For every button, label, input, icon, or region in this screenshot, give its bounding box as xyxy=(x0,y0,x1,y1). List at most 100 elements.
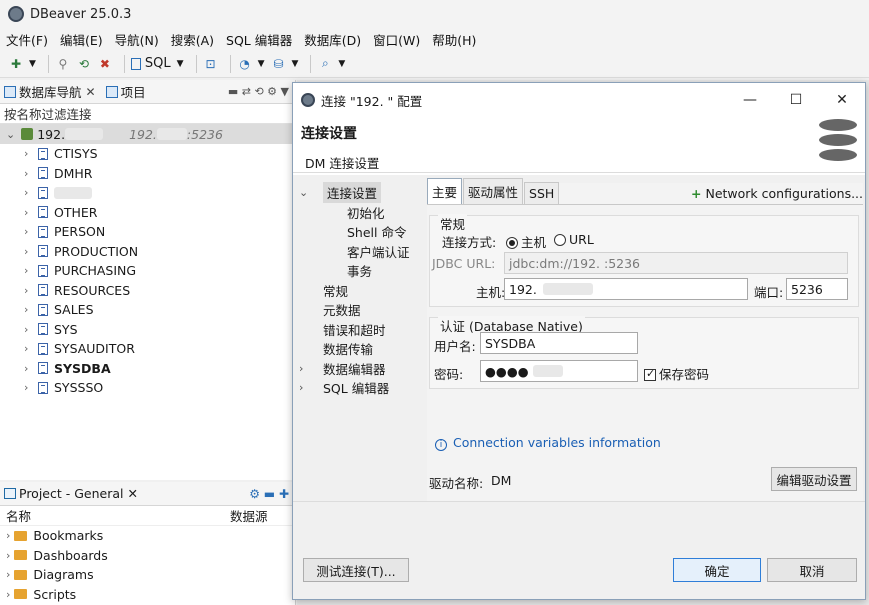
list-item[interactable]: › Bookmarks xyxy=(0,526,295,546)
chevron-right-icon[interactable]: › xyxy=(6,549,10,562)
sql-editor-button[interactable]: SQL xyxy=(130,56,171,71)
chevron-right-icon[interactable]: › xyxy=(24,186,38,199)
connect-icon[interactable]: ⚲ xyxy=(55,56,71,72)
schema-item[interactable]: › SYSAUDITOR xyxy=(0,339,295,359)
menu-database[interactable]: 数据库(D) xyxy=(304,30,361,49)
page-events[interactable]: 事务 xyxy=(293,261,421,281)
chevron-right-icon[interactable]: › xyxy=(24,362,38,375)
chevron-right-icon[interactable]: › xyxy=(293,362,323,375)
minimize-icon[interactable]: ▬ ⇄ ⟲ ⚙ ▼ xyxy=(228,85,289,98)
save-password-checkbox[interactable]: 保存密码 xyxy=(644,364,709,383)
connection-filter-input[interactable]: 按名称过滤连接 xyxy=(0,104,295,124)
lock-icon[interactable]: ⊡ xyxy=(203,56,219,72)
menu-file[interactable]: 文件(F) xyxy=(6,30,48,49)
chevron-down-icon[interactable]: ⌄ xyxy=(6,128,15,141)
edit-driver-button[interactable]: 编辑驱动设置 xyxy=(771,467,857,491)
menu-navigate[interactable]: 导航(N) xyxy=(115,30,159,49)
chevron-right-icon[interactable]: › xyxy=(24,264,38,277)
chevron-right-icon[interactable]: › xyxy=(24,284,38,297)
close-icon[interactable]: ✕ xyxy=(819,92,865,108)
list-item[interactable]: › Diagrams xyxy=(0,565,295,585)
port-field[interactable]: 5236 xyxy=(786,278,848,300)
chevron-right-icon[interactable]: › xyxy=(24,381,38,394)
connection-variables-link[interactable]: i Connection variables information xyxy=(435,435,661,451)
sql-dropdown-icon[interactable]: ▼ xyxy=(177,59,184,69)
schema-item[interactable]: › SYS xyxy=(0,320,295,340)
search-dropdown-icon[interactable]: ▼ xyxy=(338,59,345,69)
settings-icon[interactable]: ⚙ ▬ ✚ xyxy=(249,487,289,501)
page-init[interactable]: 初始化 xyxy=(293,203,421,223)
page-transfer[interactable]: 数据传输 xyxy=(293,339,421,359)
chevron-right-icon[interactable]: › xyxy=(24,147,38,160)
list-item[interactable]: › Scripts xyxy=(0,585,295,605)
chevron-down-icon[interactable]: ⌄ xyxy=(293,186,323,199)
search-icon[interactable]: ⌕ xyxy=(317,56,333,72)
new-connection-icon[interactable]: ✚ xyxy=(8,56,24,72)
schema-item[interactable]: › SYSDBA xyxy=(0,359,295,379)
chevron-right-icon[interactable]: › xyxy=(24,225,38,238)
reconnect-icon[interactable]: ⟲ xyxy=(76,56,92,72)
menu-edit[interactable]: 编辑(E) xyxy=(60,30,103,49)
page-client-auth[interactable]: 客户端认证 xyxy=(293,242,421,262)
close-icon[interactable]: ✕ xyxy=(86,85,96,99)
schema-item[interactable]: › xyxy=(0,183,295,203)
list-item[interactable]: › Dashboards xyxy=(0,546,295,566)
disconnect-icon[interactable]: ✖ xyxy=(97,56,113,72)
radio-host[interactable]: 主机 xyxy=(506,232,546,251)
jdbc-url-field[interactable]: jdbc:dm://192. :5236 xyxy=(504,252,848,274)
schema-item[interactable]: › RESOURCES xyxy=(0,281,295,301)
page-shell[interactable]: Shell 命令 xyxy=(293,222,421,242)
column-header-datasource[interactable]: 数据源 xyxy=(230,506,268,525)
menu-sql-editor[interactable]: SQL 编辑器 xyxy=(226,30,292,49)
transaction-dropdown-icon[interactable]: ▼ xyxy=(292,59,299,69)
chevron-right-icon[interactable]: › xyxy=(24,245,38,258)
chevron-right-icon[interactable]: › xyxy=(24,303,38,316)
menu-search[interactable]: 搜索(A) xyxy=(171,30,214,49)
page-general[interactable]: 常规 xyxy=(293,281,421,301)
schema-item[interactable]: › CTISYS xyxy=(0,144,295,164)
schema-item[interactable]: › PRODUCTION xyxy=(0,242,295,262)
test-connection-button[interactable]: 测试连接(T)... xyxy=(303,558,409,582)
ok-button[interactable]: 确定 xyxy=(673,558,761,582)
radio-url[interactable]: URL xyxy=(554,232,594,247)
column-header-name[interactable]: 名称 xyxy=(6,506,31,525)
tab-project-general[interactable]: Project - General ✕ xyxy=(4,486,138,501)
maximize-icon[interactable]: ☐ xyxy=(773,92,819,108)
page-data-editor[interactable]: › 数据编辑器 xyxy=(293,359,421,379)
close-icon[interactable]: ✕ xyxy=(128,486,138,501)
chevron-right-icon[interactable]: › xyxy=(24,167,38,180)
chevron-right-icon[interactable]: › xyxy=(293,381,323,394)
chevron-right-icon[interactable]: › xyxy=(6,529,10,542)
schema-item[interactable]: › OTHER xyxy=(0,203,295,223)
schema-item[interactable]: › PURCHASING xyxy=(0,261,295,281)
tab-database-navigator[interactable]: 数据库导航 ✕ xyxy=(4,82,96,101)
chevron-right-icon[interactable]: › xyxy=(24,206,38,219)
tab-driver-properties[interactable]: 驱动属性 xyxy=(463,178,524,204)
tab-ssh[interactable]: SSH xyxy=(524,182,560,204)
chevron-right-icon[interactable]: › xyxy=(6,568,10,581)
schema-item[interactable]: › SALES xyxy=(0,300,295,320)
chevron-right-icon[interactable]: › xyxy=(24,323,38,336)
network-configurations-button[interactable]: + Network configurations... xyxy=(691,186,863,204)
host-field[interactable]: 192. xyxy=(504,278,748,300)
schema-item[interactable]: › SYSSSO xyxy=(0,378,295,398)
schema-item[interactable]: › DMHR xyxy=(0,164,295,184)
transaction-icon[interactable]: ⛁ xyxy=(271,56,287,72)
new-connection-dropdown-icon[interactable]: ▼ xyxy=(29,59,36,69)
schema-item[interactable]: › PERSON xyxy=(0,222,295,242)
menu-help[interactable]: 帮助(H) xyxy=(432,30,476,49)
page-sql-editor[interactable]: › SQL 编辑器 xyxy=(293,378,421,398)
username-field[interactable]: SYSDBA xyxy=(480,332,638,354)
dashboard-dropdown-icon[interactable]: ▼ xyxy=(258,59,265,69)
dashboard-icon[interactable]: ◔ xyxy=(237,56,253,72)
password-field[interactable]: ●●●● xyxy=(480,360,638,382)
tab-projects[interactable]: 项目 xyxy=(105,82,146,101)
page-metadata[interactable]: 元数据 xyxy=(293,300,421,320)
menu-window[interactable]: 窗口(W) xyxy=(373,30,420,49)
minimize-icon[interactable]: — xyxy=(727,92,773,108)
tab-main[interactable]: 主要 xyxy=(427,178,463,204)
cancel-button[interactable]: 取消 xyxy=(767,558,857,582)
chevron-right-icon[interactable]: › xyxy=(6,588,10,601)
chevron-right-icon[interactable]: › xyxy=(24,342,38,355)
page-errors[interactable]: 错误和超时 xyxy=(293,320,421,340)
